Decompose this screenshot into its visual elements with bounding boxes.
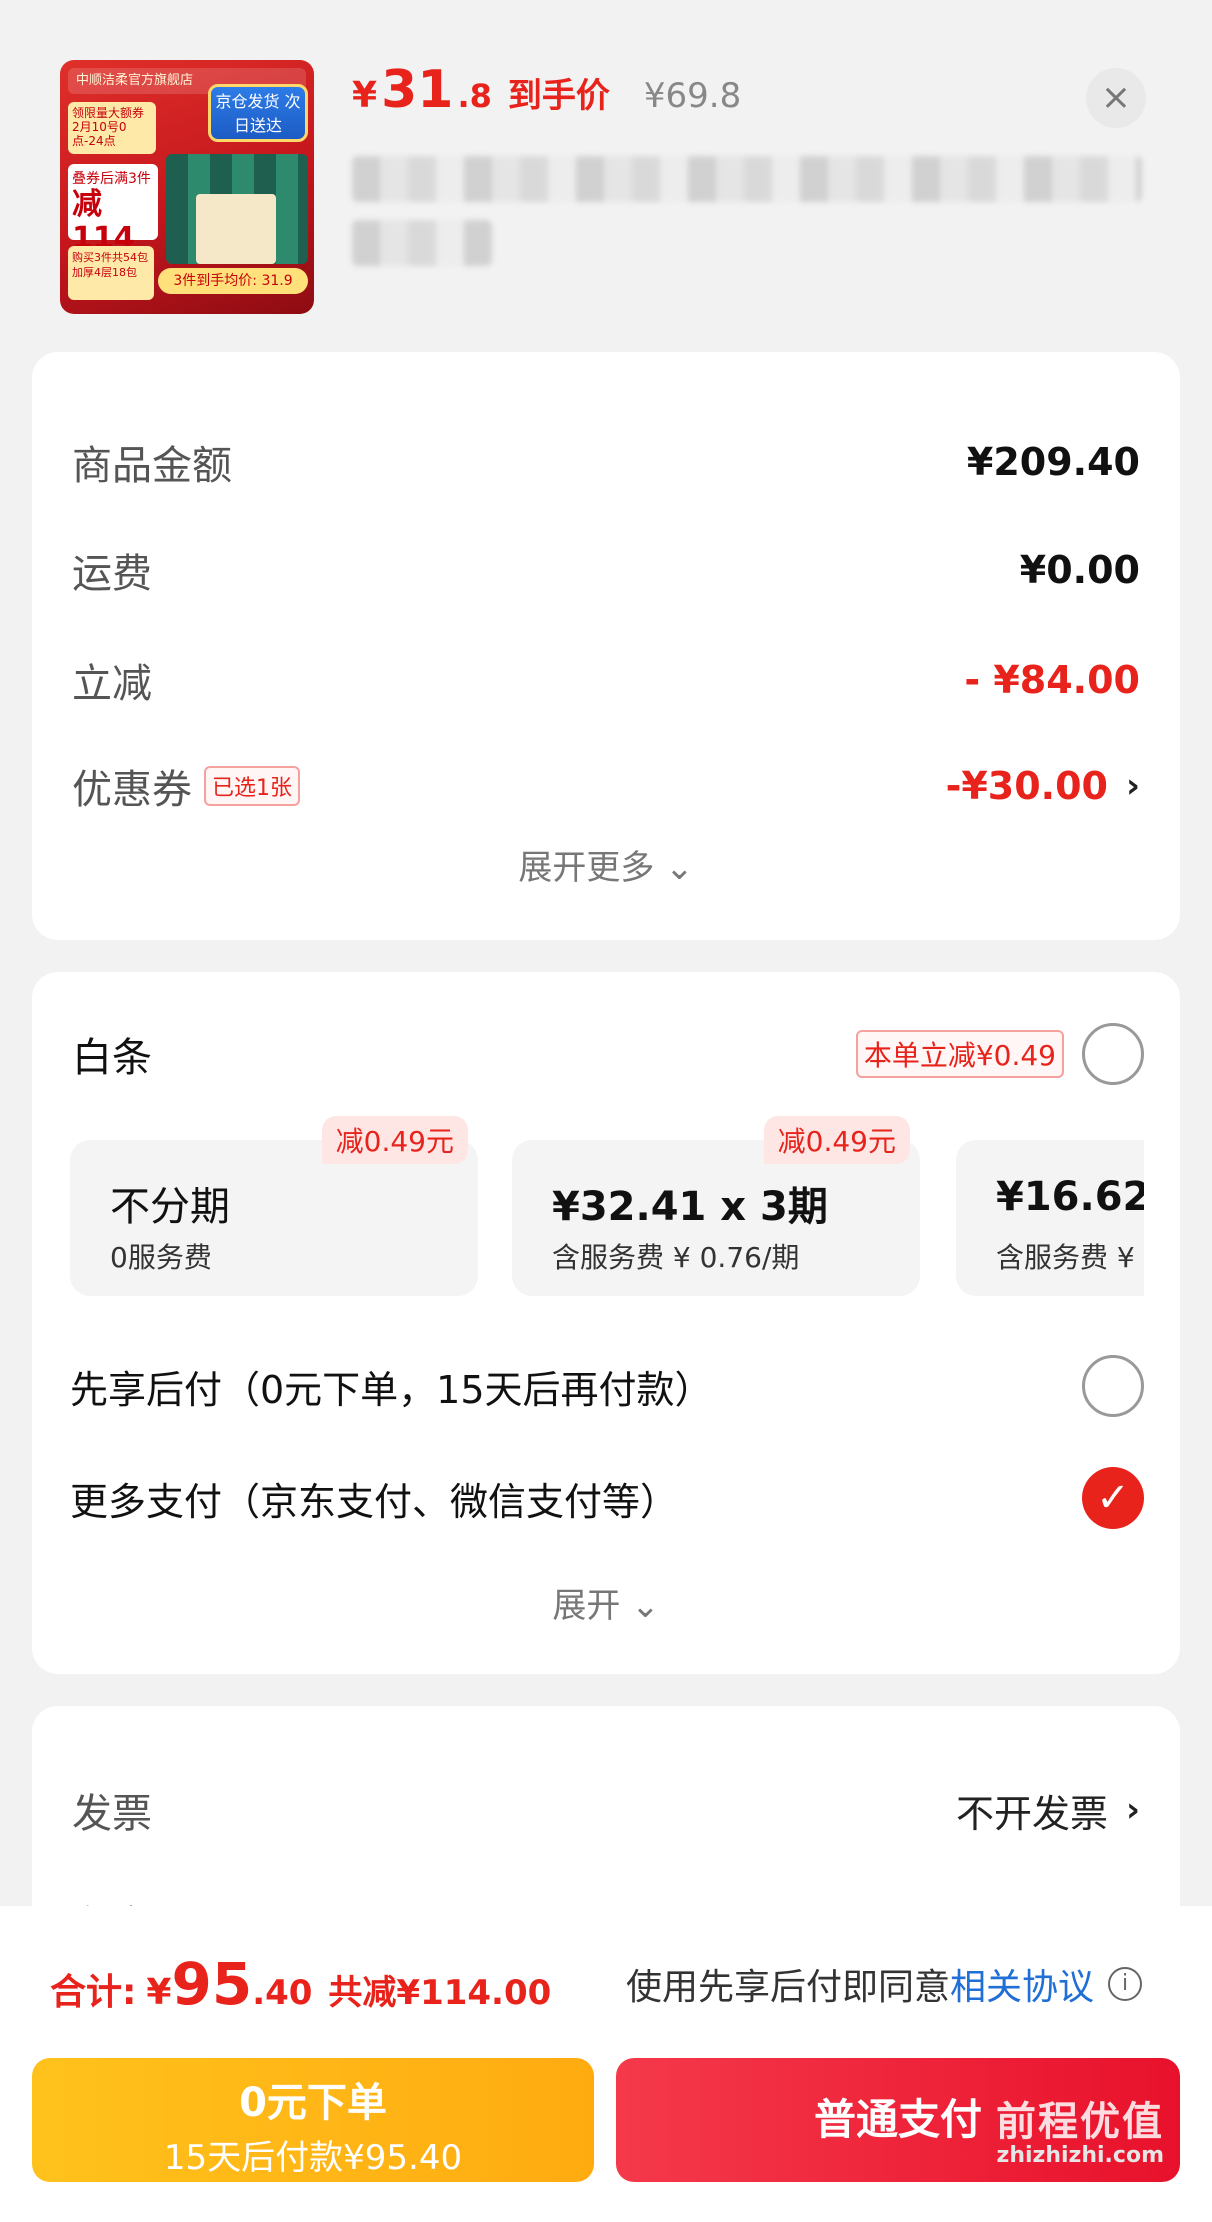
- total-saved: 共减¥114.00: [328, 1973, 552, 2013]
- product-price: ¥ 31 .8 到手价 ¥69.8: [352, 60, 741, 130]
- total-decimal: .40: [252, 1973, 313, 2013]
- invoice-value: 不开发票: [955, 1791, 1108, 1836]
- thumb-product-image: [166, 154, 308, 264]
- coupon-label-group: 优惠券 已选1张: [72, 757, 300, 815]
- original-price: ¥69.8: [643, 76, 742, 116]
- thumb-discount-badge: 叠券后满3件 减114: [68, 164, 158, 256]
- normal-pay-button[interactable]: 普通支付 前程优值 zhizhizhi.com: [616, 2058, 1180, 2182]
- plan-title: ¥16.62 x: [996, 1174, 1144, 1220]
- thumb-discount-top: 叠券后满3件: [72, 171, 151, 187]
- invoice-row[interactable]: 发票 不开发票 ›: [72, 1780, 1140, 1840]
- instant-discount-row: 立减 - ¥84.00: [72, 650, 1140, 710]
- watermark-title: 前程优值: [996, 2099, 1164, 2145]
- baitiao-discount-tag: 本单立减¥0.49: [855, 1030, 1064, 1078]
- shipping-row: 运费 ¥0.00: [72, 540, 1140, 600]
- total-integer: 95: [171, 1950, 253, 2018]
- chevron-right-icon: ›: [1125, 1790, 1140, 1830]
- thumb-coupon-badge: 领限量大额券 2月10号0点-24点: [68, 102, 156, 154]
- pay-later-row[interactable]: 先享后付（0元下单，15天后再付款）: [70, 1348, 1144, 1424]
- agreement-text: 使用先享后付即同意: [626, 1967, 951, 2008]
- chevron-right-icon: ›: [1125, 766, 1140, 806]
- thumb-fast-delivery-tag: 京仓发货 次日送达: [208, 84, 308, 142]
- info-icon[interactable]: i: [1108, 1967, 1143, 2001]
- coupon-selected-tag: 已选1张: [204, 766, 300, 806]
- pay-later-radio[interactable]: [1082, 1355, 1144, 1417]
- instant-discount-label: 立减: [72, 661, 152, 707]
- more-payment-label: 更多支付（京东支付、微信支付等）: [70, 1479, 679, 1524]
- plan-cut-badge: 减0.49元: [321, 1116, 468, 1164]
- coupon-label: 优惠券: [72, 767, 192, 813]
- baitiao-radio[interactable]: [1082, 1023, 1144, 1085]
- price-label: 到手价: [507, 76, 610, 116]
- expand-more-button[interactable]: 展开更多 ⌄: [32, 840, 1180, 889]
- invoice-label: 发票: [72, 1791, 152, 1837]
- pay-later-label: 先享后付（0元下单，15天后再付款）: [70, 1367, 713, 1412]
- product-thumbnail[interactable]: 中顺洁柔官方旗舰店 领限量大额券 2月10号0点-24点 叠券后满3件 减114…: [60, 60, 314, 314]
- checkout-footer: 合计: ¥ 95 .40 共减¥114.00 使用先享后付即同意 相关协议 i …: [0, 1906, 1212, 2222]
- invoice-value-group: 不开发票 ›: [956, 1783, 1140, 1838]
- shipping-value: ¥0.00: [1019, 548, 1140, 592]
- total-currency: ¥: [146, 1972, 172, 2013]
- agreement-link[interactable]: 相关协议: [950, 1958, 1094, 2010]
- goods-amount-value: ¥209.40: [966, 440, 1140, 484]
- baitiao-row[interactable]: 白条 本单立减¥0.49: [72, 1014, 1144, 1094]
- baitiao-right: 本单立减¥0.49: [844, 1023, 1144, 1085]
- close-button[interactable]: ×: [1086, 68, 1146, 128]
- normal-pay-label: 普通支付: [813, 2095, 982, 2144]
- watermark: 前程优值 zhizhizhi.com: [996, 2100, 1164, 2168]
- more-payment-row[interactable]: 更多支付（京东支付、微信支付等） ✓: [70, 1460, 1144, 1536]
- price-currency: ¥: [352, 75, 378, 116]
- plan-fee: 0服务费: [110, 1241, 212, 1274]
- instant-discount-value: - ¥84.00: [964, 658, 1140, 702]
- price-integer: 31: [381, 60, 454, 120]
- watermark-url: zhizhizhi.com: [996, 2143, 1164, 2168]
- installment-plan-none[interactable]: 减0.49元 不分期 0服务费: [70, 1116, 478, 1296]
- checkout-sheet: 中顺洁柔官方旗舰店 领限量大额券 2月10号0点-24点 叠券后满3件 减114…: [0, 0, 1212, 2222]
- plan-cut-badge: 减0.49元: [763, 1116, 910, 1164]
- pay-later-button-sub: 15天后付款¥95.40: [163, 2138, 463, 2178]
- installment-plan-6[interactable]: ¥16.62 x 含服务费 ¥: [956, 1140, 1144, 1296]
- product-spec-blurred: [352, 220, 492, 266]
- plan-title: 不分期: [110, 1184, 230, 1230]
- price-decimal: .8: [457, 77, 492, 115]
- plan-title: ¥32.41 x 3期: [552, 1184, 828, 1230]
- pay-later-button-title: 0元下单: [239, 2080, 387, 2126]
- payment-card: 白条 本单立减¥0.49: [32, 972, 1180, 1674]
- thumb-pack-badge: 购买3件共54包 加厚4层18包: [68, 246, 154, 300]
- close-icon: ×: [1100, 77, 1132, 118]
- pay-later-button[interactable]: 0元下单 15天后付款¥95.40: [32, 2058, 594, 2182]
- plan-fee: 含服务费 ¥: [996, 1241, 1135, 1274]
- product-title-blurred: [352, 156, 1142, 202]
- total-label: 合计:: [50, 1972, 137, 2013]
- price-summary-card: 商品金额 ¥209.40 运费 ¥0.00 立减 - ¥84.00 优惠券 已选…: [32, 352, 1180, 940]
- goods-amount-row: 商品金额 ¥209.40: [72, 432, 1140, 492]
- goods-amount-label: 商品金额: [72, 443, 232, 489]
- baitiao-label: 白条: [72, 1035, 152, 1081]
- expand-payment-button[interactable]: 展开 ⌄: [0, 1578, 1212, 1627]
- coupon-value: -¥30.00: [945, 764, 1108, 808]
- shipping-label: 运费: [72, 551, 152, 597]
- plan-fee: 含服务费 ¥ 0.76/期: [552, 1241, 800, 1274]
- agreement-note: 使用先享后付即同意 相关协议 i: [626, 1958, 1143, 2010]
- installment-plan-6-clip: ¥16.62 x 含服务费 ¥: [956, 1140, 1144, 1296]
- thumb-price-strip: 3件到手均价: 31.9: [158, 268, 308, 294]
- order-total: 合计: ¥ 95 .40 共减¥114.00: [50, 1950, 551, 2018]
- coupon-row[interactable]: 优惠券 已选1张 -¥30.00 ›: [72, 756, 1140, 816]
- check-icon[interactable]: ✓: [1082, 1467, 1144, 1529]
- installment-plan-3[interactable]: 减0.49元 ¥32.41 x 3期 含服务费 ¥ 0.76/期: [512, 1116, 920, 1296]
- coupon-value-group: -¥30.00 ›: [946, 764, 1140, 808]
